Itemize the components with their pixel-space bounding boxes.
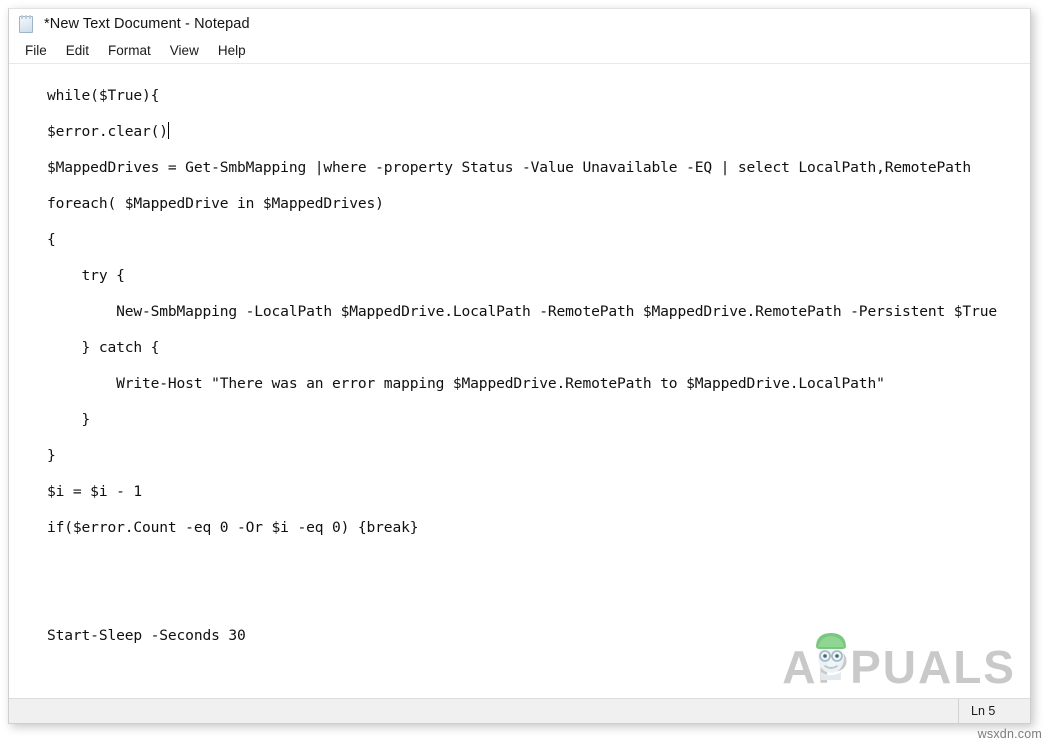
code-line-text: Write-Host "There was an error mapping $…: [47, 375, 885, 392]
code-line: $MappedDrives = Get-SmbMapping |where -p…: [47, 150, 1030, 186]
notepad-window: *New Text Document - Notepad File Edit F…: [8, 8, 1031, 724]
code-line-text: while($True){: [47, 87, 160, 104]
menu-bar: File Edit Format View Help: [9, 39, 1030, 64]
code-line: Write-Host "There was an error mapping $…: [47, 366, 1030, 402]
code-line: try {: [47, 258, 1030, 294]
code-line: foreach( $MappedDrive in $MappedDrives): [47, 186, 1030, 222]
code-line: $error.clear(): [47, 114, 1030, 150]
code-line: } catch {: [47, 330, 1030, 366]
code-line-text: $MappedDrives = Get-SmbMapping |where -p…: [47, 159, 972, 176]
code-line-text: }: [47, 411, 91, 428]
window-title: *New Text Document - Notepad: [44, 16, 250, 32]
screen-root: *New Text Document - Notepad File Edit F…: [0, 0, 1044, 742]
text-editor[interactable]: while($True){ $error.clear() $MappedDrives…: [9, 64, 1030, 698]
site-watermark: wsxdn.com: [977, 727, 1042, 741]
code-line-text: Start-Sleep -Seconds 30: [47, 627, 246, 644]
code-line-text: if($error.Count -eq 0 -Or $i -eq 0) {bre…: [47, 519, 419, 536]
code-line: {: [47, 222, 1030, 258]
title-bar[interactable]: *New Text Document - Notepad: [9, 9, 1030, 39]
code-line-text: $error.clear(): [47, 123, 168, 140]
menu-item-file[interactable]: File: [17, 42, 55, 60]
status-bar: Ln 5: [9, 698, 1030, 723]
menu-item-edit[interactable]: Edit: [58, 42, 97, 60]
code-line-text: {: [47, 231, 56, 248]
code-line-text: }: [47, 447, 56, 464]
menu-item-help[interactable]: Help: [210, 42, 254, 60]
code-line: New-SmbMapping -LocalPath $MappedDrive.L…: [47, 294, 1030, 330]
code-line: }: [47, 402, 1030, 438]
code-line: if($error.Count -eq 0 -Or $i -eq 0) {bre…: [47, 510, 1030, 546]
code-line: Start-Sleep -Seconds 30: [47, 618, 1030, 654]
code-line: $i = $i - 1: [47, 474, 1030, 510]
code-line-text: try {: [47, 267, 125, 284]
code-line-text: New-SmbMapping -LocalPath $MappedDrive.L…: [47, 303, 997, 320]
editor-area[interactable]: while($True){ $error.clear() $MappedDrives…: [9, 64, 1030, 698]
menu-item-view[interactable]: View: [162, 42, 207, 60]
code-line-text: foreach( $MappedDrive in $MappedDrives): [47, 195, 384, 212]
text-caret: [167, 122, 169, 139]
notepad-icon: [18, 14, 35, 33]
code-line-text: $i = $i - 1: [47, 483, 142, 500]
status-cursor-position: Ln 5: [958, 699, 1030, 723]
code-line: }: [47, 438, 1030, 474]
code-line: while($True){: [47, 78, 1030, 114]
menu-item-format[interactable]: Format: [100, 42, 159, 60]
code-line-text: } catch {: [47, 339, 160, 356]
